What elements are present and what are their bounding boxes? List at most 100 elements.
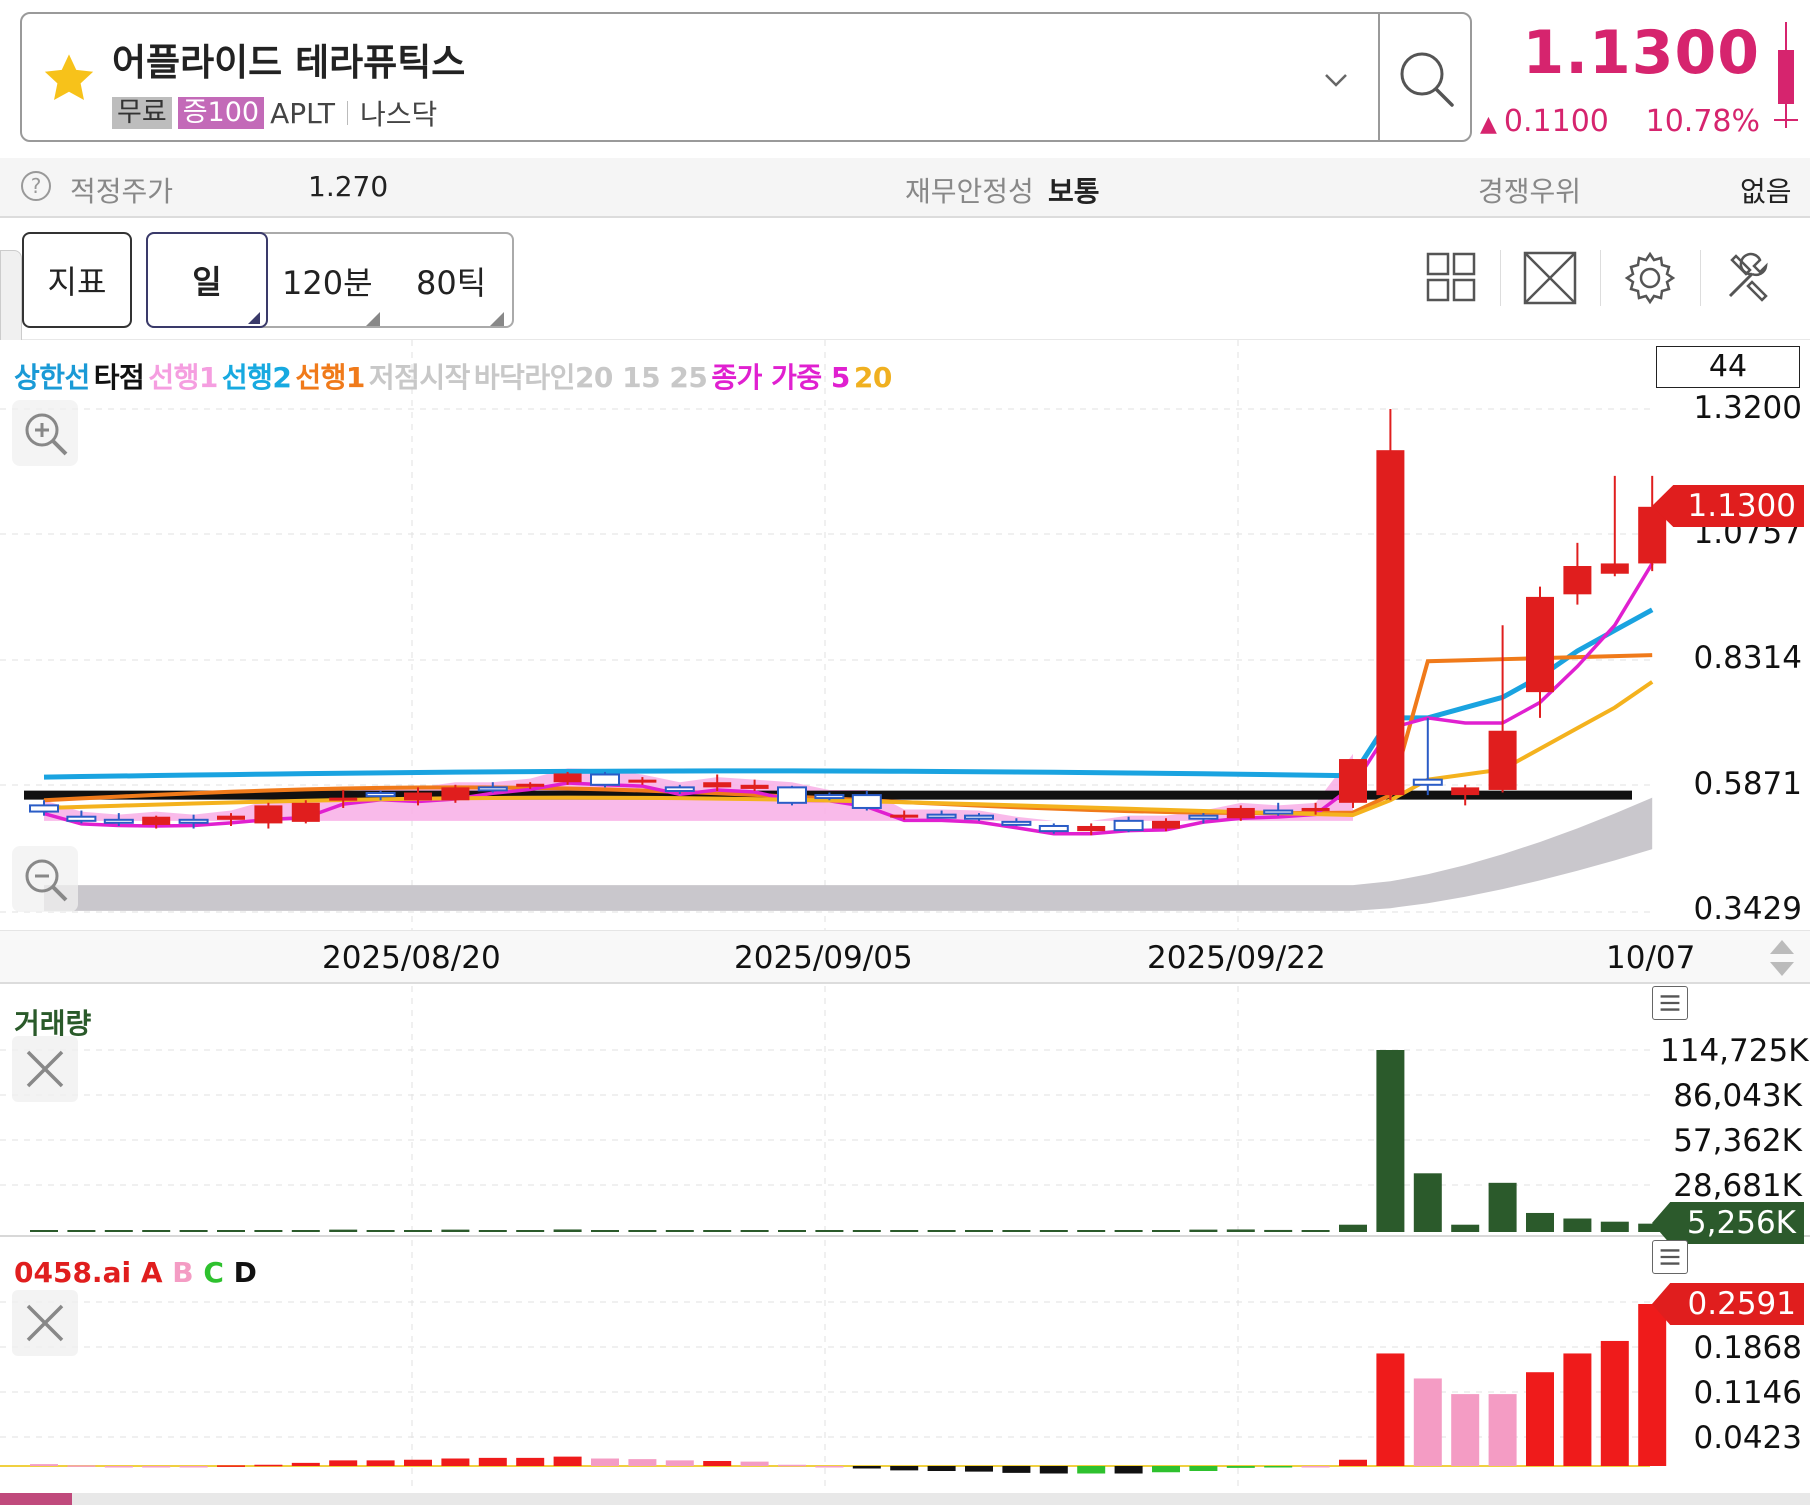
ai-title-c: C [203, 1256, 224, 1289]
candle-body [664, 786, 695, 792]
horizontal-scrollbar[interactable] [0, 1493, 1810, 1505]
volume-bar [1413, 1173, 1442, 1232]
date-label: 2025/08/20 [322, 940, 501, 976]
candle-body [291, 802, 320, 822]
ai-bar [1264, 1466, 1293, 1468]
candle-body [1563, 566, 1592, 595]
candle-body [890, 814, 919, 818]
ai-close-button[interactable] [12, 1290, 78, 1356]
volume-bar [1114, 1230, 1143, 1232]
count-box[interactable]: 44 [1656, 346, 1800, 388]
candle-body [404, 792, 432, 801]
ai-label: 0.1146 [1693, 1375, 1802, 1411]
zoom-out-icon [25, 859, 68, 902]
candle-body [329, 797, 358, 801]
ai-bar [441, 1458, 470, 1466]
close-icon [26, 1304, 64, 1342]
candle-body [1077, 825, 1106, 832]
legend-item[interactable]: 바닥라인20 15 25 [474, 361, 708, 394]
candle-body [1451, 787, 1480, 796]
volume-bar [815, 1230, 844, 1232]
legend-item[interactable]: 20 [854, 361, 892, 394]
chart-area[interactable] [0, 0, 1810, 1505]
volume-current-flag: 5,256K [1652, 1202, 1804, 1244]
candle-body [628, 779, 657, 783]
legend-item[interactable]: 타점 [94, 361, 145, 394]
ai-menu-button[interactable] [1652, 1240, 1688, 1274]
ai-bar [516, 1457, 545, 1466]
volume-bar [1152, 1230, 1180, 1232]
ai-bar [1077, 1466, 1106, 1474]
date-label: 2025/09/22 [1147, 940, 1326, 976]
volume-menu-button[interactable] [1652, 986, 1688, 1020]
ai-current-flag: 0.2591 [1652, 1283, 1804, 1325]
candle-body [1152, 820, 1180, 829]
candle-body [1600, 563, 1629, 574]
candle-body [1412, 778, 1443, 786]
ai-bar [30, 1464, 58, 1466]
legend-item[interactable]: 저점시작 [369, 361, 471, 394]
ai-bar [1526, 1372, 1554, 1466]
volume-bar [591, 1230, 619, 1232]
volume-bar [478, 1230, 507, 1232]
menu-icon [1660, 995, 1680, 1011]
indicator-legend[interactable]: 상한선 타점 선행1 선행2 선행1 저점시작 바닥라인20 15 25 종가 가중 5 20 [14, 356, 896, 396]
candle-body [851, 794, 882, 809]
ai-bar [1039, 1466, 1068, 1474]
menu-icon [1660, 1249, 1680, 1265]
candle-body [217, 815, 245, 820]
candle-body [142, 816, 171, 825]
zoom-in-button[interactable] [12, 400, 78, 466]
volume-bar [1039, 1230, 1068, 1232]
candle-body [66, 815, 97, 822]
ai-label: 0.0423 [1693, 1420, 1802, 1456]
ai-bar [553, 1456, 582, 1466]
volume-bar [778, 1230, 806, 1232]
candle-body [590, 773, 620, 786]
date-label: 2025/09/05 [734, 940, 913, 976]
legend-item[interactable]: 선행2 [222, 361, 292, 394]
candle-body [1526, 596, 1554, 693]
ai-bar [965, 1466, 993, 1472]
price-label: 0.5871 [1693, 766, 1802, 802]
legend-item[interactable]: 선행1 [148, 361, 218, 394]
price-label: 0.8314 [1693, 640, 1802, 676]
legend-item[interactable]: 선행1 [295, 361, 365, 394]
zoom-out-button[interactable] [12, 846, 78, 912]
volume-close-button[interactable] [12, 1036, 78, 1102]
legend-item[interactable]: 상한선 [14, 361, 90, 394]
candle-body [814, 794, 845, 800]
volume-bar [1189, 1229, 1218, 1232]
volume-bar [30, 1230, 58, 1232]
ai-bar [329, 1460, 358, 1466]
ai-title-d: D [233, 1256, 257, 1289]
volume-bar [254, 1230, 283, 1232]
candle-body [254, 805, 283, 824]
close-icon [26, 1050, 64, 1088]
scroll-updown-icon[interactable] [1768, 938, 1796, 978]
candle-body [1001, 820, 1032, 826]
ai-title-b: B [172, 1256, 194, 1289]
price-label: 1.3200 [1693, 390, 1802, 426]
volume-bar [291, 1230, 320, 1232]
volume-bars [0, 986, 1810, 1237]
candle-body [1188, 814, 1219, 820]
ai-bar [778, 1464, 806, 1467]
price-label: 0.3429 [1693, 891, 1802, 927]
ai-title: 0458.ai A B C D [14, 1256, 257, 1289]
volume-bar [1563, 1218, 1592, 1232]
ai-bar [366, 1460, 395, 1466]
ai-label: 0.1868 [1693, 1330, 1802, 1366]
volume-bar [217, 1230, 245, 1232]
current-price-flag: 1.1300 [1652, 485, 1804, 527]
ai-bar [1563, 1353, 1592, 1466]
ai-bar [179, 1466, 208, 1468]
scroll-thumb[interactable] [0, 1493, 72, 1505]
candle-body [926, 813, 957, 819]
candle-body [1226, 807, 1255, 819]
candle-body [1113, 819, 1144, 832]
volume-bar [890, 1230, 919, 1232]
volume-bar [628, 1230, 657, 1232]
ai-bar [815, 1466, 844, 1468]
legend-item[interactable]: 종가 가중 5 [711, 361, 850, 394]
